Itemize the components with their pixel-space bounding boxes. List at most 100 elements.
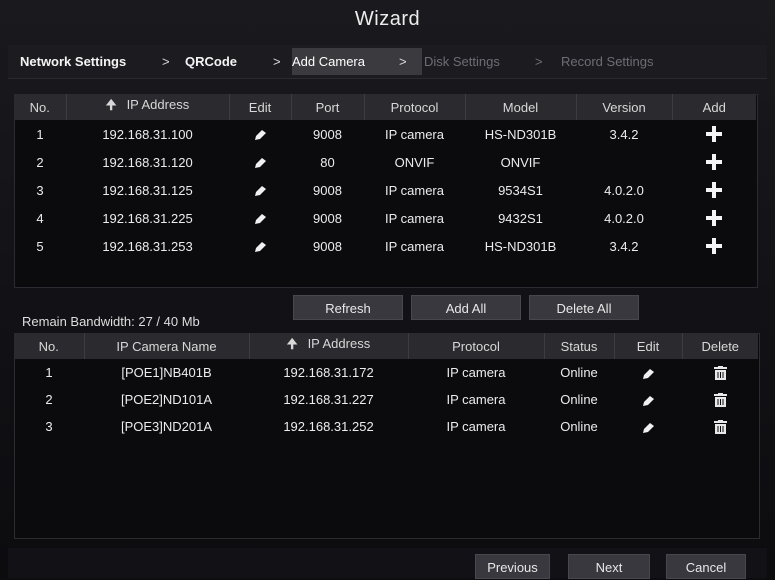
empty-row bbox=[14, 440, 758, 467]
cell-protocol: IP camera bbox=[384, 210, 444, 226]
edit-cell[interactable] bbox=[229, 232, 291, 260]
col-ip-address[interactable]: 🠉 IP Address bbox=[66, 94, 230, 120]
pencil-icon[interactable] bbox=[641, 419, 655, 434]
plus-icon[interactable] bbox=[705, 125, 723, 142]
cell-no: 5 bbox=[36, 238, 44, 254]
delete-cell[interactable] bbox=[682, 413, 758, 440]
step-add-camera[interactable]: Add Camera bbox=[292, 54, 365, 69]
pencil-icon[interactable] bbox=[253, 211, 267, 226]
table-row[interactable]: 3 [POE3]ND201A 192.168.31.252 IP camera Onli… bbox=[14, 413, 758, 440]
step-qrcode[interactable]: QRCode bbox=[185, 54, 237, 69]
cell-port: 9008 bbox=[313, 126, 342, 142]
search-results-table: No. 🠉 IP Address Edit Port Protocol Model… bbox=[14, 94, 756, 314]
col-ip-label: IP Address bbox=[307, 336, 371, 351]
add-cell[interactable] bbox=[672, 232, 756, 260]
cell-camera-name: [POE1]NB401B bbox=[121, 365, 212, 380]
add-all-button[interactable]: Add All bbox=[411, 295, 521, 320]
add-cell[interactable] bbox=[672, 120, 756, 148]
previous-button[interactable]: Previous bbox=[475, 554, 550, 579]
up-arrow-icon: 🠉 bbox=[286, 336, 298, 351]
plus-icon[interactable] bbox=[705, 181, 723, 198]
delete-cell[interactable] bbox=[682, 386, 758, 413]
cell-ip-address: 192.168.31.125 bbox=[102, 182, 193, 198]
table-row[interactable]: 1 192.168.31.100 9008 IP camera HS-ND301B 3.4… bbox=[14, 120, 756, 148]
cell-ip-address: 192.168.31.120 bbox=[102, 154, 193, 170]
step-separator: > bbox=[399, 54, 407, 69]
delete-all-button[interactable]: Delete All bbox=[529, 295, 639, 320]
edit-cell[interactable] bbox=[614, 386, 682, 413]
cell-protocol: ONVIF bbox=[394, 154, 435, 170]
cell-protocol: IP camera bbox=[384, 126, 444, 142]
col-model: Model bbox=[465, 94, 577, 120]
edit-cell[interactable] bbox=[229, 176, 291, 204]
col-version: Version bbox=[576, 94, 673, 120]
cell-status: Online bbox=[560, 392, 598, 407]
table-row[interactable]: 5 192.168.31.253 9008 IP camera HS-ND301B 3.4… bbox=[14, 232, 756, 260]
trash-icon[interactable] bbox=[713, 365, 727, 381]
table-row[interactable]: 2 192.168.31.120 80 ONVIF ONVIF bbox=[14, 148, 756, 176]
cell-no: 3 bbox=[45, 419, 53, 434]
cell-port: 9008 bbox=[313, 182, 342, 198]
pencil-icon[interactable] bbox=[253, 239, 267, 254]
cell-protocol: IP camera bbox=[446, 392, 506, 407]
step-separator: > bbox=[162, 54, 170, 69]
cell-model: ONVIF bbox=[500, 154, 541, 170]
cell-no: 1 bbox=[45, 365, 53, 380]
table-row[interactable]: 4 192.168.31.225 9008 IP camera 9432S1 4.0.2.… bbox=[14, 204, 756, 232]
trash-icon[interactable] bbox=[713, 419, 727, 435]
edit-cell[interactable] bbox=[614, 359, 682, 386]
cell-version bbox=[576, 148, 672, 176]
cell-port: 80 bbox=[320, 154, 335, 170]
cell-model: HS-ND301B bbox=[484, 238, 557, 254]
col-camera-name: IP Camera Name bbox=[84, 333, 250, 359]
cell-ip-address: 192.168.31.172 bbox=[283, 365, 374, 380]
pencil-icon[interactable] bbox=[253, 127, 267, 142]
cell-protocol: IP camera bbox=[384, 182, 444, 198]
window-title: Wizard bbox=[354, 8, 421, 30]
footer-bar bbox=[8, 548, 767, 578]
add-cell[interactable] bbox=[672, 148, 756, 176]
pencil-icon[interactable] bbox=[641, 365, 655, 380]
cell-version: 3.4.2 bbox=[609, 126, 639, 142]
cell-ip-address: 192.168.31.227 bbox=[283, 392, 374, 407]
edit-cell[interactable] bbox=[614, 413, 682, 440]
edit-cell[interactable] bbox=[229, 120, 291, 148]
empty-row bbox=[14, 467, 758, 494]
pencil-icon[interactable] bbox=[641, 392, 655, 407]
wizard-step-bar: Network Settings > QRCode > Add Camera >… bbox=[8, 45, 767, 79]
pencil-icon[interactable] bbox=[253, 183, 267, 198]
step-disk-settings[interactable]: Disk Settings bbox=[424, 54, 500, 69]
next-button[interactable]: Next bbox=[568, 554, 650, 579]
step-separator: > bbox=[273, 54, 281, 69]
cancel-button[interactable]: Cancel bbox=[666, 554, 746, 579]
cell-ip-address: 192.168.31.253 bbox=[102, 238, 193, 254]
plus-icon[interactable] bbox=[705, 237, 723, 254]
pencil-icon[interactable] bbox=[253, 155, 267, 170]
step-record-settings[interactable]: Record Settings bbox=[561, 54, 654, 69]
cell-camera-name: [POE3]ND201A bbox=[120, 419, 213, 434]
remain-bandwidth: Remain Bandwidth: 27 / 40 Mb bbox=[22, 314, 200, 329]
delete-cell[interactable] bbox=[682, 359, 758, 386]
col-status: Status bbox=[544, 333, 615, 359]
plus-icon[interactable] bbox=[705, 209, 723, 226]
add-cell[interactable] bbox=[672, 176, 756, 204]
add-cell[interactable] bbox=[672, 204, 756, 232]
cell-protocol: IP camera bbox=[384, 238, 444, 254]
edit-cell[interactable] bbox=[229, 204, 291, 232]
edit-cell[interactable] bbox=[229, 148, 291, 176]
table-row[interactable]: 2 [POE2]ND101A 192.168.31.227 IP camera Onli… bbox=[14, 386, 758, 413]
empty-row bbox=[14, 494, 758, 521]
col-no: No. bbox=[14, 94, 67, 120]
refresh-button[interactable]: Refresh bbox=[293, 295, 403, 320]
col-protocol: Protocol bbox=[408, 333, 545, 359]
trash-icon[interactable] bbox=[713, 392, 727, 408]
step-network-settings[interactable]: Network Settings bbox=[20, 54, 126, 69]
table-row[interactable]: 1 [POE1]NB401B 192.168.31.172 IP camera Onli… bbox=[14, 359, 758, 386]
empty-row bbox=[14, 260, 756, 287]
table-row[interactable]: 3 192.168.31.125 9008 IP camera 9534S1 4.0.2.… bbox=[14, 176, 756, 204]
col-ip-label: IP Address bbox=[126, 97, 190, 112]
cell-camera-name: [POE2]ND101A bbox=[120, 392, 213, 407]
table-header-row: No. IP Camera Name 🠉 IP Address Protocol … bbox=[14, 333, 758, 359]
col-ip-address[interactable]: 🠉 IP Address bbox=[249, 333, 409, 359]
plus-icon[interactable] bbox=[705, 153, 723, 170]
